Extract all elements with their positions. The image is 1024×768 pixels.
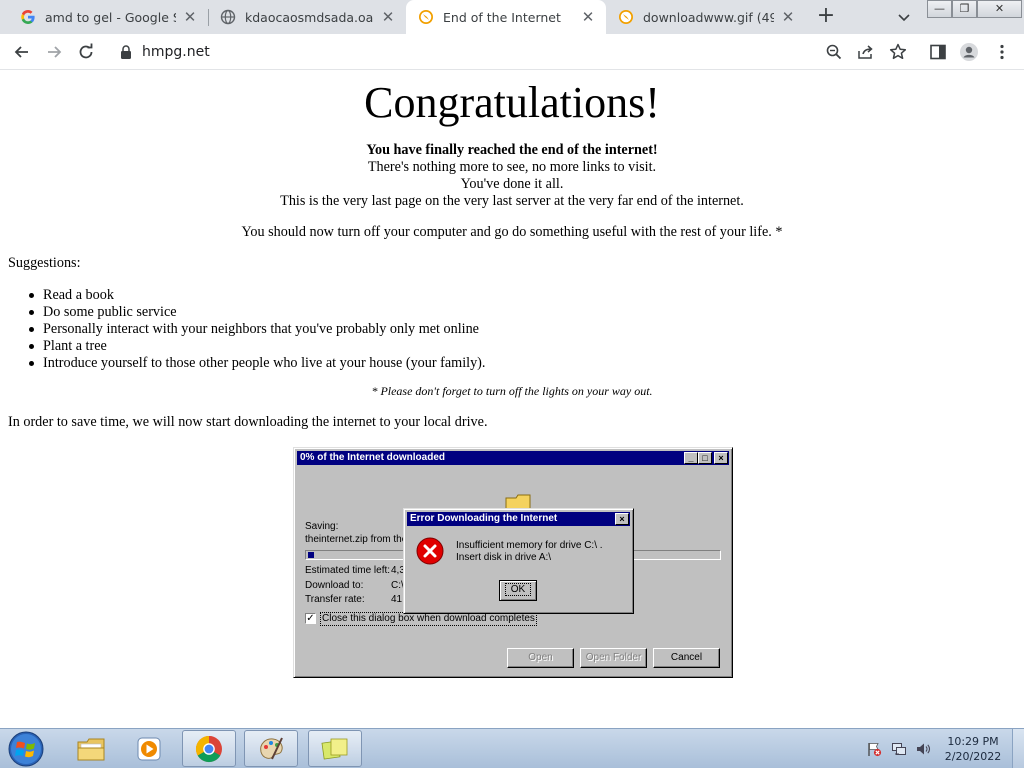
tab-strip: amd to gel - Google Search ✕ kdaocaosmds… [0, 0, 1024, 34]
google-icon [21, 10, 35, 24]
download-to-value: C:\ [391, 580, 404, 591]
open-button[interactable]: Open [507, 648, 574, 668]
tab-end-of-internet[interactable]: End of the Internet ✕ [406, 0, 606, 34]
error-dialog-titlebar: Error Downloading the Internet × [407, 512, 630, 526]
profile-avatar-icon[interactable] [959, 42, 979, 62]
page-content: Congratulations! You have finally reache… [0, 71, 1024, 728]
back-arrow-icon[interactable] [12, 42, 32, 62]
zoom-icon[interactable] [824, 42, 844, 62]
cancel-button[interactable]: Cancel [653, 648, 720, 668]
error-dialog: Error Downloading the Internet × Insuffi… [403, 508, 634, 614]
tab-title: End of the Internet [443, 9, 561, 25]
compass-icon [619, 10, 633, 24]
reload-icon[interactable] [76, 42, 96, 62]
download-progress-fill [308, 552, 314, 558]
taskbar: 10:29 PM 2/20/2022 [0, 728, 1024, 768]
url-text: hmpg.net [142, 44, 210, 60]
intro-line: You've done it all. [460, 176, 564, 192]
intro-block: You have finally reached the end of the … [0, 142, 1024, 210]
suggestions-list: Read a book Do some public service Perso… [28, 287, 486, 372]
tab-kdaocaosmdsada[interactable]: kdaocaosmdsada.oasmdasmdasd ✕ [208, 0, 406, 34]
network-icon[interactable] [891, 741, 907, 757]
download-to-label: Download to: [305, 580, 364, 591]
taskbar-chrome[interactable] [182, 730, 236, 767]
side-panel-icon[interactable] [928, 42, 948, 62]
system-clock[interactable]: 10:29 PM 2/20/2022 [940, 734, 1006, 764]
transfer-rate-label: Transfer rate: [305, 594, 365, 605]
close-tab-icon[interactable]: ✕ [780, 9, 796, 25]
bookmark-star-icon[interactable] [888, 42, 908, 62]
list-item: Do some public service [28, 304, 485, 321]
show-desktop-button[interactable] [1012, 729, 1024, 768]
minimize-button[interactable]: _ [684, 452, 698, 464]
close-tab-icon[interactable]: ✕ [380, 9, 396, 25]
list-item: Personally interact with your neighbors … [28, 321, 485, 338]
sticky-notes-icon [321, 738, 348, 759]
error-icon [416, 537, 444, 565]
close-tab-icon[interactable]: ✕ [182, 9, 198, 25]
volume-icon[interactable] [915, 741, 931, 757]
download-dialog-title: 0% of the Internet downloaded [300, 452, 446, 463]
lead-text: You have finally reached the end of the … [366, 142, 658, 158]
paint-icon [260, 737, 283, 759]
close-button[interactable]: × [615, 513, 629, 525]
globe-icon [220, 9, 236, 25]
saving-label: Saving: [305, 521, 339, 532]
download-dialog-titlebar: 0% of the Internet downloaded _ □ × [297, 451, 729, 465]
tab-title: amd to gel - Google Search [45, 9, 176, 25]
tab-downloadwww-gif[interactable]: downloadwww.gif (490×267) ✕ [606, 0, 806, 34]
tab-title: downloadwww.gif (490×267) [643, 9, 774, 25]
taskbar-sticky-notes[interactable] [308, 730, 362, 767]
error-message-line-2: Insert disk in drive A:\ [456, 552, 552, 563]
tab-title: kdaocaosmdsada.oasmdasmdasd [245, 9, 374, 25]
menu-kebab-icon[interactable] [992, 42, 1012, 62]
download-note: In order to save time, we will now start… [8, 414, 488, 430]
list-item: Read a book [28, 287, 485, 304]
time-left-label: Estimated time left: [305, 565, 391, 576]
forward-arrow-icon[interactable] [44, 42, 64, 62]
suggestions-label: Suggestions: [8, 255, 81, 271]
footnote: * Please don't forget to turn off the li… [371, 384, 653, 398]
saving-file: theinternet.zip from the [305, 534, 408, 545]
browser-toolbar: hmpg.net [0, 34, 1024, 70]
intro-line: This is the very last page on the very l… [280, 193, 744, 209]
close-when-done-checkbox[interactable]: ✓ [305, 613, 316, 624]
minimize-button[interactable]: — [927, 0, 952, 18]
close-window-button[interactable]: ✕ [977, 0, 1022, 18]
folder-icon [77, 738, 105, 760]
lock-icon[interactable] [120, 45, 132, 59]
taskbar-paint[interactable] [244, 730, 298, 767]
share-icon[interactable] [856, 42, 876, 62]
action-center-flag-icon[interactable] [866, 741, 882, 757]
ok-button[interactable]: OK [499, 580, 537, 601]
page-title: Congratulations! [364, 78, 660, 127]
address-bar[interactable]: hmpg.net [108, 38, 832, 66]
window-controls: — ❐ ✕ [927, 0, 1022, 18]
close-tab-icon[interactable]: ✕ [580, 9, 596, 25]
chevron-down-icon[interactable] [896, 9, 912, 25]
list-item: Introduce yourself to those other people… [28, 355, 486, 371]
compass-icon [419, 10, 433, 24]
error-dialog-title: Error Downloading the Internet [410, 513, 558, 524]
maximize-button[interactable]: □ [698, 452, 712, 464]
close-when-done-label: Close this dialog box when download comp… [320, 612, 537, 626]
list-item: Plant a tree [28, 338, 485, 355]
tab-google-search[interactable]: amd to gel - Google Search ✕ [8, 0, 208, 34]
media-player-icon [137, 737, 161, 760]
taskbar-media-player[interactable] [122, 730, 176, 767]
open-folder-button[interactable]: Open Folder [580, 648, 647, 668]
error-message-line-1: Insufficient memory for drive C:\ . [456, 540, 603, 551]
clock-date: 2/20/2022 [944, 750, 1002, 763]
turn-off-text: You should now turn off your computer an… [241, 224, 783, 240]
intro-line: There's nothing more to see, no more lin… [367, 159, 657, 175]
ok-button-label: OK [504, 583, 532, 596]
restore-button[interactable]: ❐ [952, 0, 977, 18]
taskbar-explorer[interactable] [64, 730, 118, 767]
clock-time: 10:29 PM [947, 735, 999, 748]
chrome-icon [195, 735, 222, 762]
windows-start-icon[interactable] [6, 730, 46, 768]
close-button[interactable]: × [714, 452, 728, 464]
new-tab-button[interactable]: + [815, 5, 837, 28]
